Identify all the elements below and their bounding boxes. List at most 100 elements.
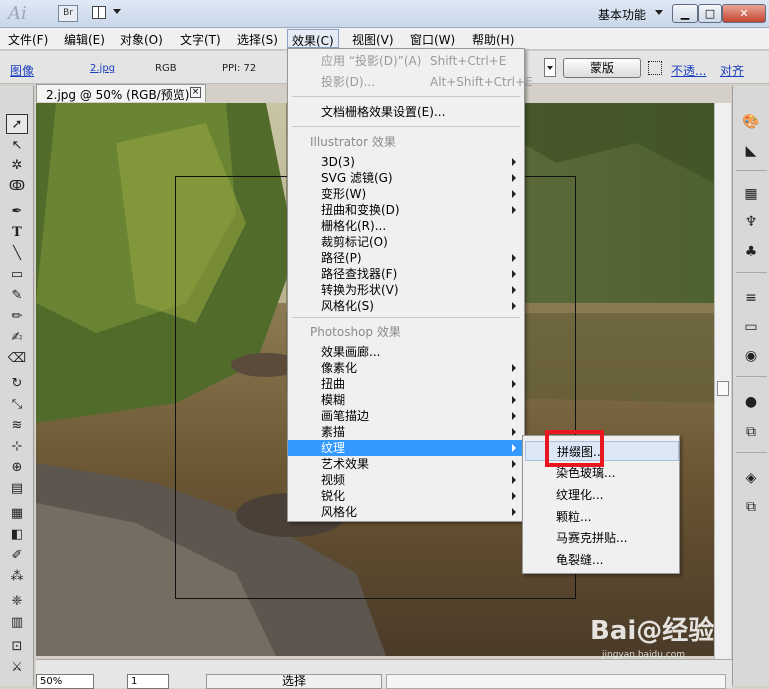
chevron-down-icon[interactable] <box>655 10 663 15</box>
blend-tool-icon[interactable]: ⁂ <box>6 567 28 587</box>
submenu-item-craquelure[interactable]: 龟裂缝... <box>523 550 679 570</box>
mesh-tool-icon[interactable]: ▦ <box>6 504 28 524</box>
column-graph-tool-icon[interactable]: ▥ <box>6 613 28 633</box>
arrange-documents-button[interactable] <box>92 5 124 22</box>
menu-item-effect-gallery[interactable]: 效果画廊... <box>288 344 524 360</box>
menu-item-raster-settings[interactable]: 文档栅格效果设置(E)... <box>288 104 524 120</box>
menu-item-distort[interactable]: 扭曲 <box>288 376 524 392</box>
direct-selection-tool-icon[interactable]: ↖ <box>6 136 28 156</box>
zoom-select[interactable]: 50% <box>36 674 94 689</box>
scroll-thumb[interactable] <box>717 381 729 396</box>
menu-item-sharpen[interactable]: 锐化 <box>288 488 524 504</box>
paintbrush-tool-icon[interactable]: ✎ <box>6 286 28 306</box>
menu-item-blur[interactable]: 模糊 <box>288 392 524 408</box>
blob-brush-tool-icon[interactable]: ✍ <box>6 328 28 348</box>
chevron-right-icon <box>512 476 516 484</box>
menu-type[interactable]: 文字(T) <box>180 31 221 48</box>
brushes-panel-icon[interactable]: ♆ <box>741 212 761 232</box>
minimize-button[interactable]: ▁ <box>672 4 698 23</box>
eyedropper-tool-icon[interactable]: ✐ <box>6 546 28 566</box>
color-panel-icon[interactable]: 🎨 <box>741 112 761 132</box>
menu-item-svg-filters[interactable]: SVG 滤镜(G) <box>288 170 524 186</box>
rectangle-tool-icon[interactable]: ▭ <box>6 265 28 285</box>
scale-tool-icon[interactable]: ⤡ <box>6 395 28 415</box>
menu-edit[interactable]: 编辑(E) <box>64 31 105 48</box>
color-guide-icon[interactable]: ◣ <box>741 141 761 161</box>
title-bar: Ai Br 基本功能 ▁ □ ✕ <box>0 0 769 28</box>
close-button[interactable]: ✕ <box>722 4 766 23</box>
pencil-tool-icon[interactable]: ✏ <box>6 307 28 327</box>
bridge-button[interactable]: Br <box>58 5 78 22</box>
menu-item-brush-strokes[interactable]: 画笔描边 <box>288 408 524 424</box>
callout-highlight-box <box>545 430 604 467</box>
menu-file[interactable]: 文件(F) <box>8 31 48 48</box>
eraser-tool-icon[interactable]: ⌫ <box>6 349 28 369</box>
graphic-styles-icon[interactable]: ⧉ <box>741 422 761 442</box>
document-tab[interactable]: 2.jpg @ 50% (RGB/预览) × <box>36 84 206 102</box>
workspace-switcher[interactable]: 基本功能 <box>598 6 646 23</box>
vertical-scrollbar[interactable] <box>714 103 731 659</box>
menu-item-crop-marks[interactable]: 裁剪标记(O) <box>288 234 524 250</box>
artboards-panel-icon[interactable]: ⧉ <box>741 497 761 517</box>
pen-tool-icon[interactable]: ✒ <box>6 202 28 222</box>
menu-view[interactable]: 视图(V) <box>352 31 394 48</box>
menu-item-stylize-ai[interactable]: 风格化(S) <box>288 298 524 314</box>
artboard-tool-icon[interactable]: ⊡ <box>6 637 28 657</box>
menu-window[interactable]: 窗口(W) <box>410 31 455 48</box>
menu-item-path[interactable]: 路径(P) <box>288 250 524 266</box>
menu-item-rasterize[interactable]: 栅格化(R)... <box>288 218 524 234</box>
chevron-down-icon[interactable] <box>544 58 556 77</box>
menu-item-texture[interactable]: 纹理 <box>288 440 524 456</box>
menu-item-pathfinder[interactable]: 路径查找器(F) <box>288 266 524 282</box>
graph-tool-icon[interactable]: ▤ <box>6 479 28 499</box>
menu-effect[interactable]: 效果(C) <box>287 29 339 48</box>
gradient-panel-icon[interactable]: ▭ <box>741 317 761 337</box>
mask-button[interactable]: 蒙版 <box>563 58 641 78</box>
swatches-panel-icon[interactable]: ▦ <box>741 184 761 204</box>
align-link[interactable]: 对齐 <box>720 62 744 79</box>
menu-item-convert-to-shape[interactable]: 转换为形状(V) <box>288 282 524 298</box>
menu-item-3d[interactable]: 3D(3) <box>288 154 524 170</box>
submenu-item-texturizer[interactable]: 纹理化... <box>523 485 679 505</box>
type-tool-icon[interactable]: T <box>6 223 28 243</box>
menu-help[interactable]: 帮助(H) <box>472 31 514 48</box>
file-link[interactable]: 2.jpg <box>90 63 115 74</box>
slice-tool-icon[interactable]: ⚔ <box>6 658 28 678</box>
menu-item-distort-transform[interactable]: 扭曲和变换(D) <box>288 202 524 218</box>
gradient-tool-icon[interactable]: ◧ <box>6 525 28 545</box>
submenu-item-grain[interactable]: 颗粒... <box>523 507 679 527</box>
menu-item-artistic[interactable]: 艺术效果 <box>288 456 524 472</box>
stroke-panel-icon[interactable]: ≡ <box>741 288 761 308</box>
submenu-item-mosaic-tiles[interactable]: 马赛克拼贴... <box>523 528 679 548</box>
symbol-sprayer-tool-icon[interactable]: ❈ <box>6 592 28 612</box>
transform-icon[interactable] <box>648 61 662 75</box>
menu-item-sketch[interactable]: 素描 <box>288 424 524 440</box>
menu-select[interactable]: 选择(S) <box>237 31 278 48</box>
layers-panel-icon[interactable]: ◈ <box>741 468 761 488</box>
shape-builder-tool-icon[interactable]: ⊕ <box>6 458 28 478</box>
menu-item-stylize-ps[interactable]: 风格化 <box>288 504 524 520</box>
transparency-panel-icon[interactable]: ◉ <box>741 346 761 366</box>
lasso-tool-icon[interactable]: ↂ <box>6 177 28 197</box>
close-icon[interactable]: × <box>190 87 201 98</box>
image-link[interactable]: 图像 <box>10 62 34 79</box>
maximize-button[interactable]: □ <box>698 4 722 23</box>
opacity-link[interactable]: 不透... <box>671 62 706 79</box>
horizontal-scrollbar[interactable] <box>386 674 726 689</box>
artboard-number[interactable]: 1 <box>127 674 169 689</box>
warp-tool-icon[interactable]: ≋ <box>6 416 28 436</box>
menu-item-warp[interactable]: 变形(W) <box>288 186 524 202</box>
appearance-panel-icon[interactable]: ● <box>741 392 761 412</box>
menu-item-pixelate[interactable]: 像素化 <box>288 360 524 376</box>
free-transform-tool-icon[interactable]: ⊹ <box>6 437 28 457</box>
symbols-panel-icon[interactable]: ♣ <box>741 242 761 262</box>
selection-tool-icon[interactable]: ➚ <box>6 114 28 134</box>
menu-item-video[interactable]: 视频 <box>288 472 524 488</box>
status-tool-display[interactable]: 选择 <box>206 674 382 689</box>
chevron-down-icon <box>113 9 121 14</box>
menu-object[interactable]: 对象(O) <box>120 31 163 48</box>
line-tool-icon[interactable]: ╲ <box>6 244 28 264</box>
magic-wand-tool-icon[interactable]: ✲ <box>6 156 28 176</box>
document-title: 2.jpg @ 50% (RGB/预览) <box>46 88 190 102</box>
rotate-tool-icon[interactable]: ↻ <box>6 374 28 394</box>
